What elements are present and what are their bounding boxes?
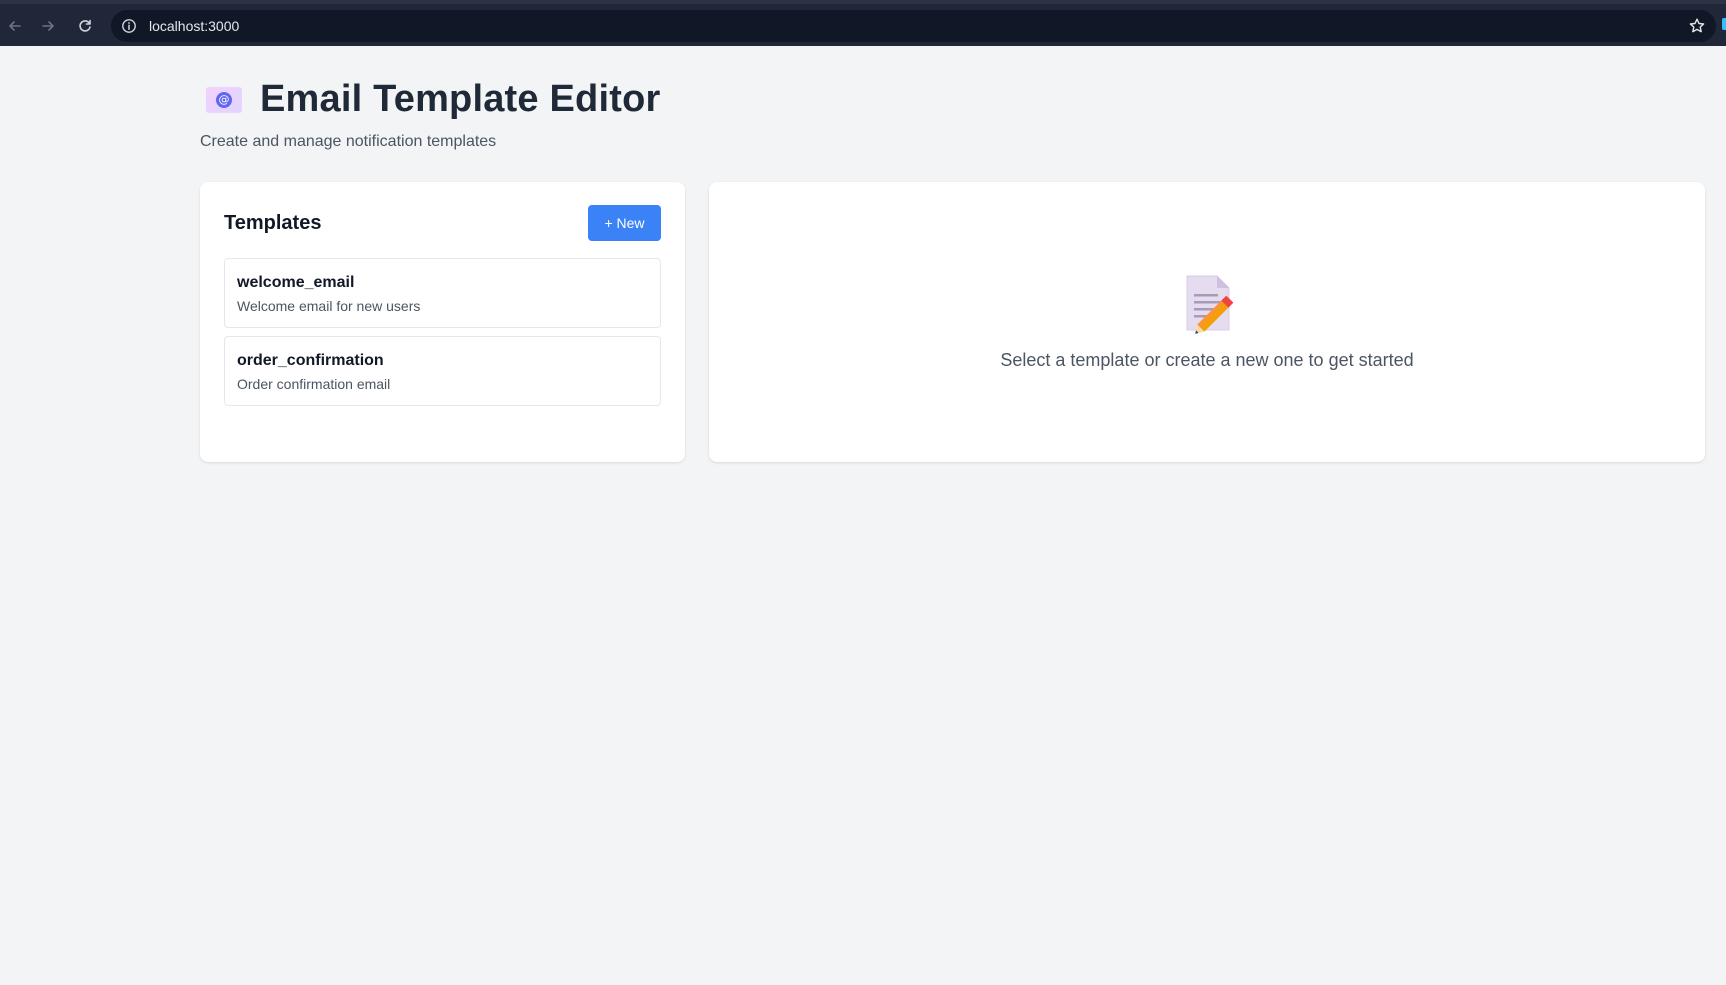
- arrow-right-icon: [42, 21, 54, 31]
- address-bar[interactable]: localhost:3000: [111, 10, 1716, 42]
- reload-button[interactable]: [74, 15, 96, 37]
- editor-panel: Select a template or create a new one to…: [709, 182, 1705, 462]
- template-item-order-confirmation[interactable]: order_confirmation Order confirmation em…: [224, 336, 661, 406]
- templates-header: Templates + New: [224, 205, 661, 241]
- page-subtitle: Create and manage notification templates: [200, 133, 497, 150]
- template-description: Order confirmation email: [237, 376, 391, 392]
- templates-title: Templates: [224, 212, 322, 234]
- url-text[interactable]: localhost:3000: [149, 18, 239, 34]
- forward-button[interactable]: [37, 15, 59, 37]
- back-button[interactable]: [4, 15, 26, 37]
- template-name: order_confirmation: [237, 352, 384, 369]
- template-name: welcome_email: [237, 274, 355, 291]
- empty-state-message: Select a template or create a new one to…: [1000, 350, 1414, 370]
- templates-panel: Templates + New welcome_email Welcome em…: [200, 182, 685, 462]
- page-title: Email Template Editor: [260, 78, 661, 120]
- template-description: Welcome email for new users: [237, 298, 421, 314]
- bookmark-star-icon[interactable]: [1688, 17, 1706, 35]
- browser-toolbar: localhost:3000: [0, 0, 1726, 46]
- extension-indicator: [1722, 18, 1726, 30]
- email-icon: @: [206, 86, 242, 113]
- template-item-welcome-email[interactable]: welcome_email Welcome email for new user…: [224, 258, 661, 328]
- reload-icon: [79, 19, 91, 32]
- new-template-button[interactable]: + New: [588, 205, 661, 241]
- memo-pencil-icon: [1186, 275, 1234, 334]
- info-icon[interactable]: [121, 18, 137, 34]
- arrow-left-icon: [9, 21, 21, 31]
- page-header: @ Email Template Editor Create and manag…: [200, 78, 660, 151]
